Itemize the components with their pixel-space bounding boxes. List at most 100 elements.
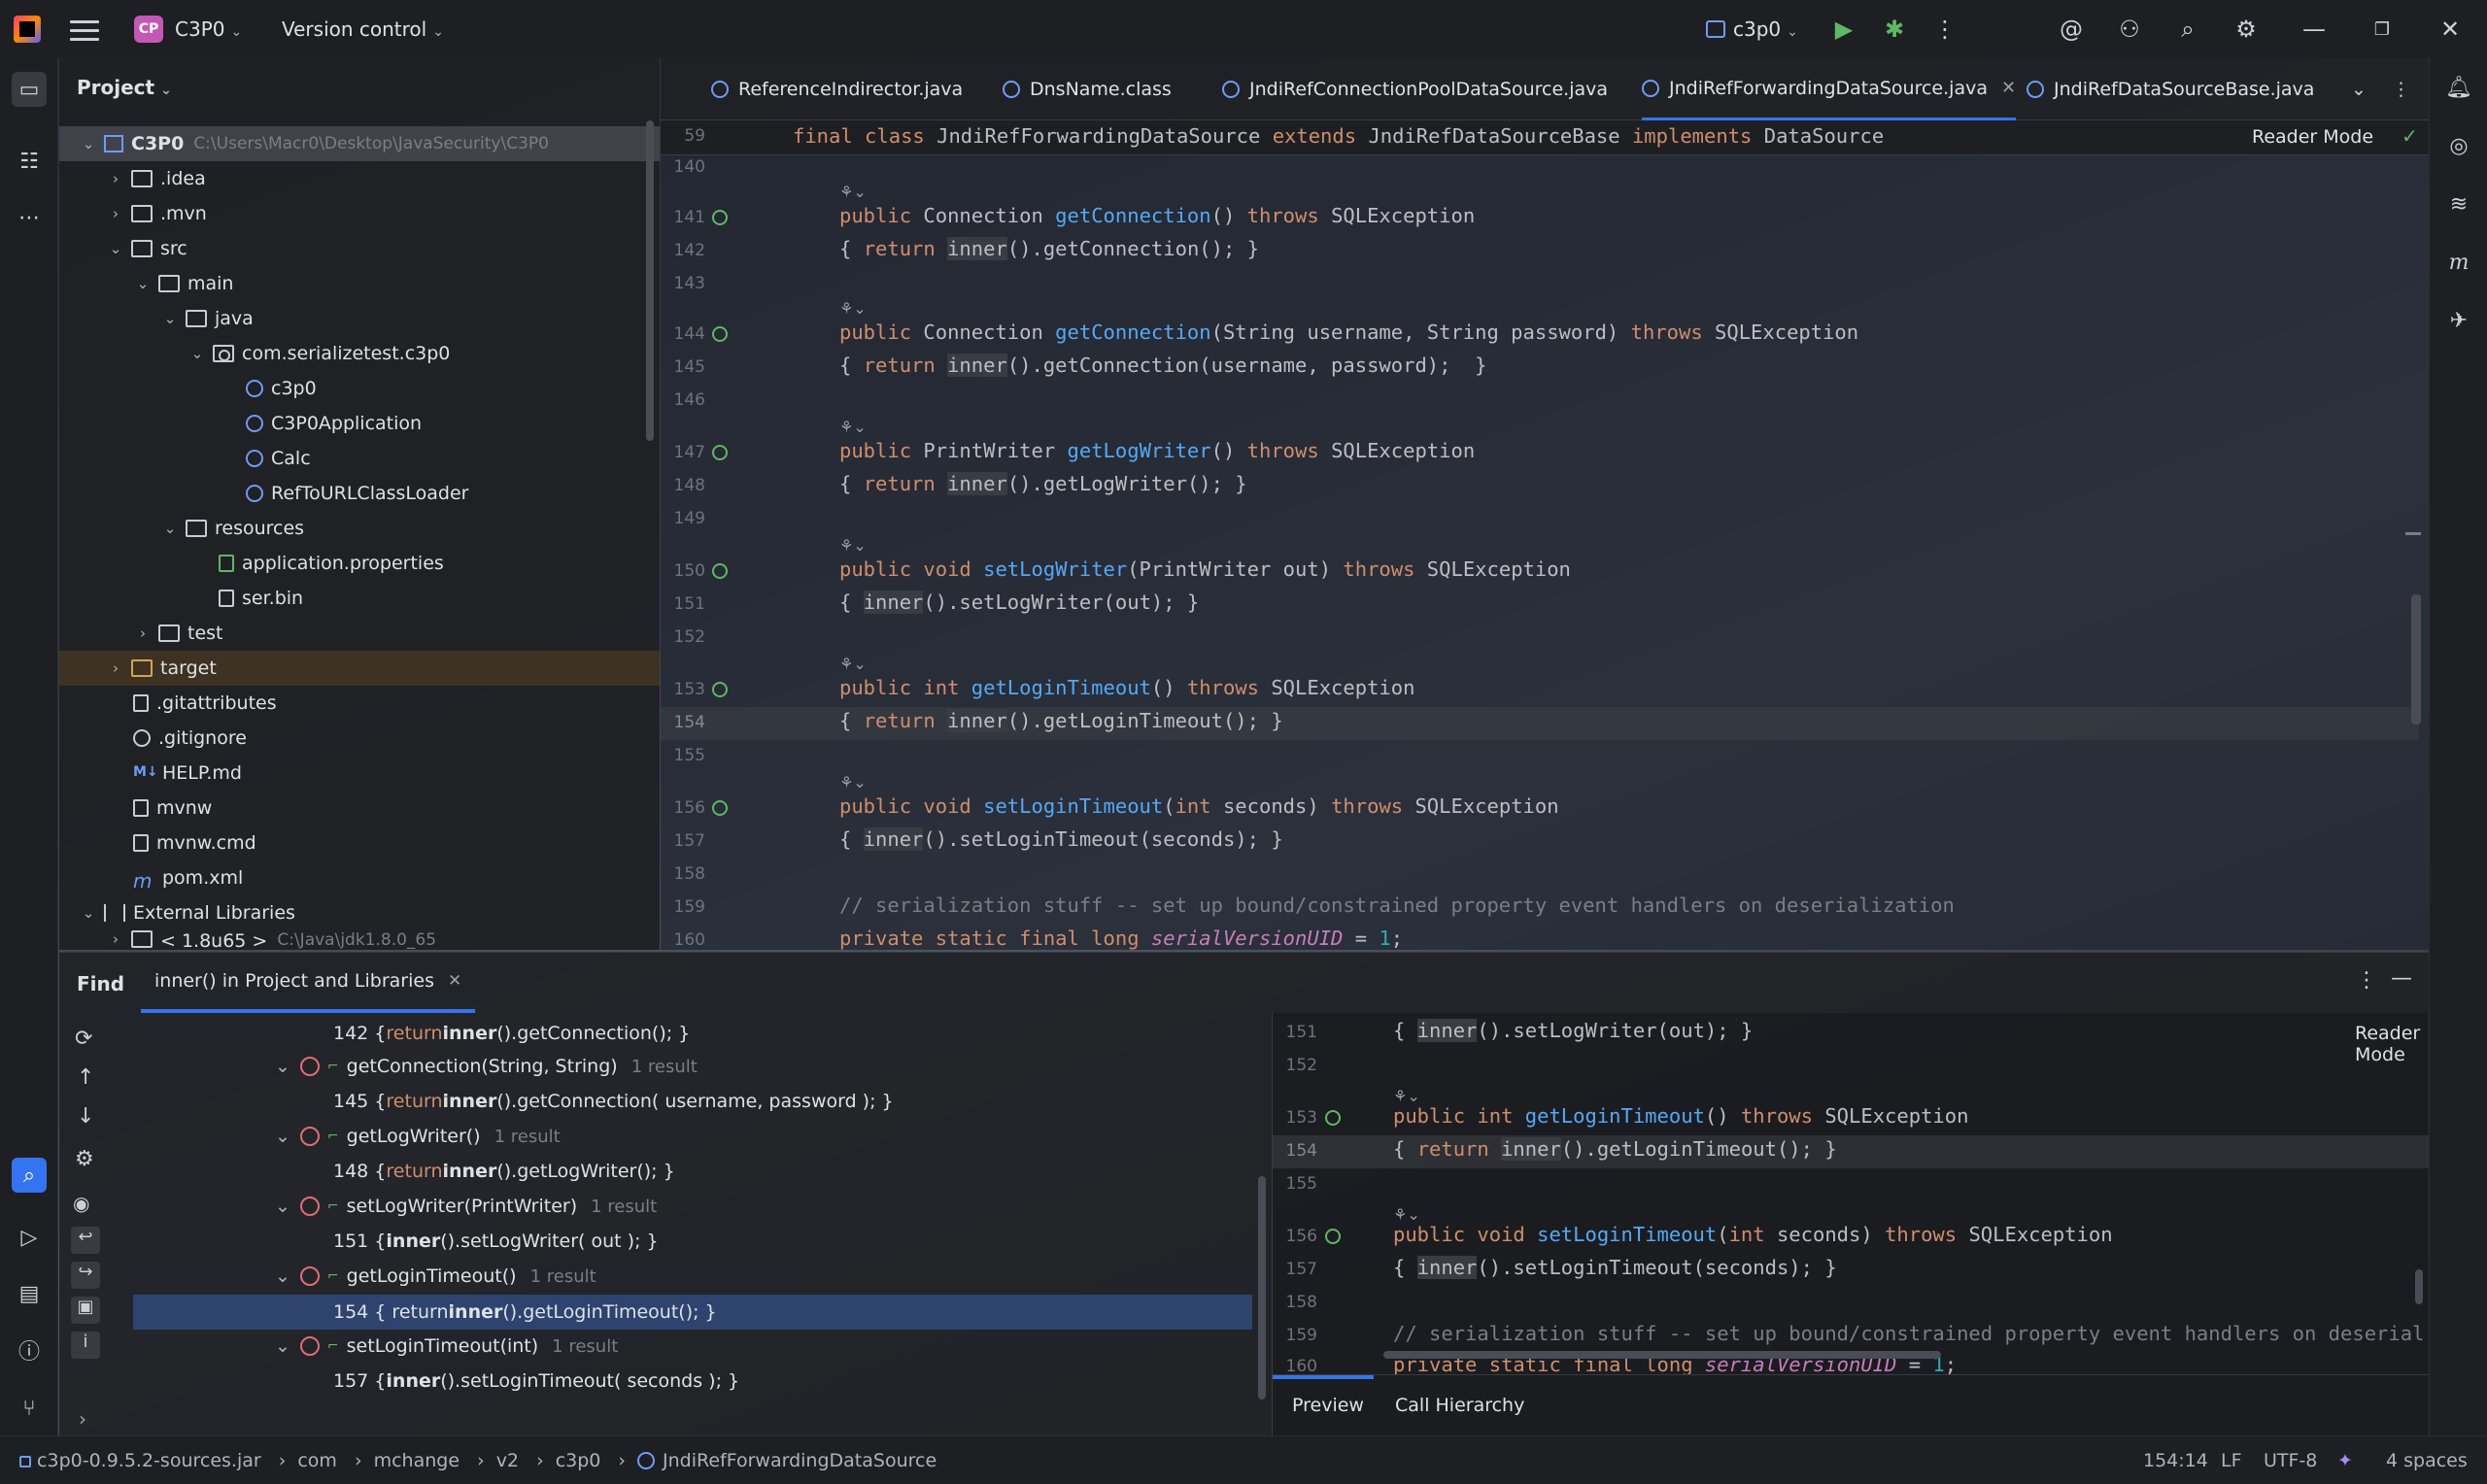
file-encoding[interactable]: UTF-8: [2264, 1450, 2317, 1471]
tree-item-file[interactable]: mvnw: [59, 791, 660, 826]
ai-chat-icon[interactable]: ◎: [2443, 130, 2474, 161]
preview-v-scrollbar[interactable]: [2415, 1269, 2423, 1304]
sticky-header[interactable]: 59 final class JndiRefForwardingDataSour…: [661, 120, 2429, 155]
method-row[interactable]: ⌄ ⌐ setLogWriter(PrintWriter) 1 result: [275, 1196, 657, 1217]
usage-row[interactable]: 157 { inner ().setLoginTimeout( seconds )…: [333, 1370, 739, 1392]
breadcrumb-item[interactable]: c3p0: [556, 1450, 601, 1471]
group-by-file-icon[interactable]: ▣: [71, 1297, 100, 1324]
next-occurrence-icon[interactable]: ↓: [77, 1104, 94, 1129]
tab-jndi-ref-connection-pool[interactable]: JndiRefConnectionPoolDataSource.java: [1222, 58, 1608, 120]
preview-eye-icon[interactable]: ◉: [73, 1192, 89, 1215]
find-options-icon[interactable]: ⋮: [2356, 968, 2377, 993]
implements-method-icon[interactable]: [712, 563, 728, 579]
tab-list-chevron-icon[interactable]: ⌄: [2351, 58, 2367, 120]
tree-item-jdk[interactable]: › < 1.8u65 > C:\Java\jdk1.8.0_65: [59, 930, 660, 950]
tree-item-class[interactable]: RefToURLClassLoader: [59, 476, 660, 511]
tree-item-resources[interactable]: ⌄ resources: [59, 511, 660, 546]
find-tab-inner[interactable]: inner() in Project and Libraries ✕: [141, 953, 476, 1013]
code-with-me-icon[interactable]: ⚇: [2114, 14, 2145, 45]
preview-reader-mode[interactable]: Reader Mode: [2355, 1023, 2428, 1065]
search-everywhere-icon[interactable]: ⌕: [2172, 14, 2203, 45]
usage-row-selected[interactable]: 154 { return inner ().getLoginTimeout(); …: [133, 1295, 1252, 1330]
tree-item-external-libraries[interactable]: ⌄ External Libraries: [59, 895, 660, 930]
tree-item-main[interactable]: ⌄ main: [59, 266, 660, 301]
code-lens-icon[interactable]: ⚘⌄: [839, 655, 867, 673]
tree-item-file[interactable]: ser.bin: [59, 581, 660, 616]
method-row[interactable]: ⌄ ⌐ getConnection(String, String) 1 result: [275, 1056, 698, 1077]
debug-icon[interactable]: ✱: [1879, 14, 1910, 45]
tab-preview[interactable]: Preview: [1292, 1395, 1364, 1416]
code-lens-icon[interactable]: ⚘⌄: [839, 183, 867, 201]
git-branch-icon[interactable]: ⑂: [12, 1391, 47, 1426]
project-badge[interactable]: CP: [134, 16, 163, 43]
run-icon[interactable]: ▶: [1828, 14, 1859, 45]
breadcrumb-item[interactable]: v2: [496, 1450, 519, 1471]
implements-method-icon[interactable]: [712, 210, 728, 225]
read-access-icon[interactable]: ↩: [71, 1227, 100, 1254]
code-lens-icon[interactable]: ⚘⌄: [839, 299, 867, 318]
usage-row[interactable]: 145 { return inner ().getConnection( user…: [333, 1091, 894, 1112]
project-folder-icon[interactable]: ▭: [12, 72, 47, 107]
implements-method-icon[interactable]: [1325, 1110, 1341, 1126]
tab-jndi-ref-datasource-base[interactable]: JndiRefDataSourceBase.java: [2027, 58, 2314, 120]
method-row[interactable]: ⌄ ⌐ setLoginTimeout(int) 1 result: [275, 1335, 618, 1357]
maven-icon[interactable]: m: [2443, 247, 2474, 278]
tree-item-root[interactable]: ⌄ C3P0 C:\Users\Macr0\Desktop\JavaSecurit…: [59, 126, 660, 161]
database-icon[interactable]: ≋: [2443, 188, 2474, 219]
write-access-icon[interactable]: ↪: [71, 1262, 100, 1289]
previous-occurrence-icon[interactable]: ↑: [77, 1065, 94, 1090]
expand-toolbar-icon[interactable]: ›: [79, 1407, 86, 1431]
tree-item-file[interactable]: mvnw.cmd: [59, 826, 660, 860]
method-row[interactable]: ⌄ ⌐ getLogWriter() 1 result: [275, 1126, 561, 1147]
find-search-icon[interactable]: ⌕: [12, 1158, 47, 1193]
reader-mode-toggle[interactable]: Reader Mode: [2252, 126, 2373, 148]
implements-method-icon[interactable]: [1325, 1229, 1341, 1244]
tab-reference-indirector[interactable]: ReferenceIndirector.java: [711, 58, 963, 120]
project-panel-title[interactable]: Project ⌄: [77, 76, 172, 99]
tree-item-target[interactable]: › target: [59, 651, 660, 686]
usage-row[interactable]: 148 { return inner ().getLogWriter(); }: [333, 1161, 675, 1182]
method-row[interactable]: ⌄ ⌐ getLoginTimeout() 1 result: [275, 1265, 596, 1287]
more-tools-icon[interactable]: ⋯: [12, 200, 47, 235]
code-lens-icon[interactable]: ⚘⌄: [1393, 1205, 1420, 1224]
code-lens-icon[interactable]: ⚘⌄: [839, 773, 867, 792]
tree-item-test[interactable]: › test: [59, 616, 660, 651]
tree-item-package[interactable]: ⌄ com.serializetest.c3p0: [59, 336, 660, 371]
structure-icon[interactable]: ☷: [12, 144, 47, 179]
tree-item-file[interactable]: .gitignore: [59, 721, 660, 756]
tree-item-idea[interactable]: › .idea: [59, 161, 660, 196]
implements-method-icon[interactable]: [712, 326, 728, 342]
tab-dnsname[interactable]: DnsName.class: [1003, 58, 1172, 120]
close-tab-icon[interactable]: ✕: [2001, 78, 2016, 98]
tree-item-class[interactable]: C3P0Application: [59, 406, 660, 441]
results-scrollbar[interactable]: [1258, 1176, 1266, 1400]
breadcrumb-item[interactable]: mchange: [374, 1450, 460, 1471]
problems-icon[interactable]: ⓘ: [12, 1332, 47, 1367]
implements-method-icon[interactable]: [712, 445, 728, 460]
main-menu-icon[interactable]: [70, 17, 99, 41]
hide-panel-icon[interactable]: —: [2391, 966, 2412, 991]
usage-row[interactable]: 142 { return inner ().getConnection(); }: [333, 1023, 690, 1044]
tree-item-file[interactable]: .gitattributes: [59, 686, 660, 721]
tree-item-java[interactable]: ⌄ java: [59, 301, 660, 336]
usage-row[interactable]: 151 { inner ().setLogWriter( out ); }: [333, 1231, 659, 1252]
ai-assistant-icon[interactable]: @: [2056, 14, 2087, 45]
rerun-icon[interactable]: ⟳: [75, 1027, 92, 1051]
inspection-ok-icon[interactable]: ✓: [2402, 124, 2418, 148]
close-tab-icon[interactable]: ✕: [448, 971, 461, 991]
implements-method-icon[interactable]: [712, 800, 728, 816]
services-icon[interactable]: ▷: [12, 1220, 47, 1255]
tree-item-file[interactable]: M↓ HELP.md: [59, 756, 660, 791]
code-lens-icon[interactable]: ⚘⌄: [1393, 1087, 1420, 1105]
tree-item-file[interactable]: m pom.xml: [59, 860, 660, 895]
tree-item-src[interactable]: ⌄ src: [59, 231, 660, 266]
project-scrollbar[interactable]: [646, 120, 654, 441]
code-lens-icon[interactable]: ⚘⌄: [839, 536, 867, 555]
settings-gear-icon[interactable]: ⚙: [75, 1147, 94, 1171]
run-config-selector[interactable]: c3p0 ⌄: [1706, 17, 1798, 41]
tree-item-mvn[interactable]: › .mvn: [59, 196, 660, 231]
tab-call-hierarchy[interactable]: Call Hierarchy: [1395, 1395, 1524, 1416]
caret-position[interactable]: 154:14: [2143, 1450, 2208, 1471]
minimize-icon[interactable]: —: [2299, 14, 2330, 45]
gradle-icon[interactable]: ✈: [2443, 305, 2474, 336]
